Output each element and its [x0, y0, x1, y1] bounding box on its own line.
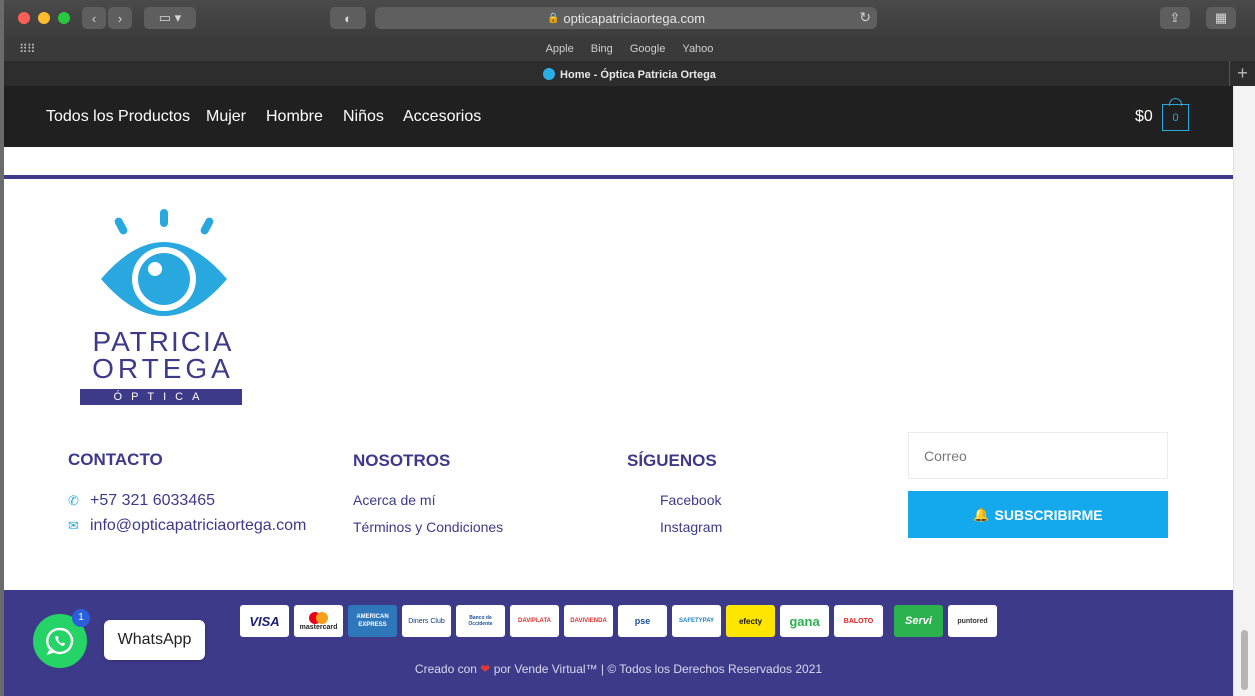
grid-icon: ▦ [1214, 10, 1228, 25]
close-window-button[interactable] [18, 12, 30, 24]
share-button[interactable]: ⇪ [1160, 7, 1190, 29]
link-terminos-condiciones[interactable]: Términos y Condiciones [353, 519, 503, 535]
tab-overview-button[interactable]: ▦ [1206, 7, 1236, 29]
newsletter-email-input[interactable] [908, 432, 1168, 479]
favorite-apple[interactable]: Apple [546, 43, 574, 55]
phone-number: +57 321 6033465 [90, 492, 216, 509]
chevron-right-icon: › [117, 10, 123, 26]
payment-amex: AMERICAN EXPRESS [348, 605, 397, 637]
mastercard-label: mastercard [299, 623, 338, 631]
new-tab-button[interactable]: + [1229, 61, 1255, 86]
cart-total[interactable]: $0 [1135, 108, 1153, 126]
phone-contact[interactable]: ✆ +57 321 6033465 [68, 492, 215, 510]
favorites-links: Apple Bing Google Yahoo [4, 43, 1255, 55]
payment-diners: Diners Club [402, 605, 451, 637]
mastercard-logo-icon [309, 611, 328, 624]
reload-icon[interactable]: ↻ [859, 9, 871, 26]
site-navigation: Todos los Productos Mujer Hombre Niños A… [4, 86, 1233, 147]
share-icon: ⇪ [1169, 10, 1181, 25]
payment-baloto: BALOTO [834, 605, 883, 637]
whatsapp-label[interactable]: WhatsApp [104, 620, 205, 660]
sidebar-icon: ▭ ▾ [158, 10, 182, 25]
plus-icon: + [1237, 63, 1248, 83]
nav-todos-los-productos[interactable]: Todos los Productos [46, 108, 190, 126]
privacy-report-button[interactable]: ◐ [330, 7, 366, 29]
payment-visa: VISA [240, 605, 289, 637]
chevron-left-icon: ‹ [91, 10, 97, 26]
payment-mastercard: mastercard [294, 605, 343, 637]
email-contact[interactable]: ✉ info@opticapatriciaortega.com [68, 517, 306, 535]
payment-daviplata: DAVIPLATA [510, 605, 559, 637]
section-divider [4, 175, 1233, 179]
heart-icon: ❤ [480, 662, 491, 676]
payment-servi: Servi [894, 605, 943, 637]
contacto-title: CONTACTO [68, 450, 163, 469]
address-bar[interactable]: 🔒 opticapatriciaortega.com ↻ [375, 7, 877, 29]
minimize-window-button[interactable] [38, 12, 50, 24]
bell-icon: 🔔 [973, 506, 990, 522]
cart-bag-icon[interactable]: 0 [1162, 104, 1189, 131]
payment-davivienda: DAVIVIENDA [564, 605, 613, 637]
link-facebook[interactable]: Facebook [660, 492, 721, 508]
subscribe-button[interactable]: 🔔 SUBSCRIBIRME [908, 491, 1168, 538]
email-address: info@opticapatriciaortega.com [90, 517, 307, 534]
scrollbar-thumb[interactable] [1241, 630, 1248, 690]
nav-accesorios[interactable]: Accesorios [403, 108, 481, 126]
scrollbar-track[interactable] [1233, 86, 1255, 696]
phone-icon: ✆ [68, 493, 79, 508]
back-button[interactable]: ‹ [82, 7, 106, 29]
shield-icon: ◐ [344, 10, 352, 26]
mail-icon: ✉ [68, 518, 79, 533]
logo-name-line2: ORTEGA [92, 353, 234, 384]
browser-toolbar: ‹ › ▭ ▾ ◐ 🔒 opticapatriciaortega.com ↻ ⇪… [4, 0, 1255, 38]
browser-window: ‹ › ▭ ▾ ◐ 🔒 opticapatriciaortega.com ↻ ⇪… [4, 0, 1255, 696]
tab-bar: Home - Óptica Patricia Ortega + [4, 61, 1255, 86]
site-favicon-icon [543, 68, 556, 80]
nav-hombre[interactable]: Hombre [266, 108, 323, 126]
url-text: opticapatriciaortega.com [563, 10, 706, 26]
nav-mujer[interactable]: Mujer [206, 108, 246, 126]
link-instagram[interactable]: Instagram [660, 519, 722, 535]
favorite-bing[interactable]: Bing [591, 43, 613, 55]
nav-ninos[interactable]: Niños [343, 108, 384, 126]
whatsapp-icon [46, 627, 74, 656]
payment-efecty: efecty [726, 605, 775, 637]
whatsapp-badge: 1 [72, 609, 90, 627]
forward-button[interactable]: › [108, 7, 132, 29]
payment-puntored: puntored [948, 605, 997, 637]
payment-gana: gana [780, 605, 829, 637]
siguenos-title: SÍGUENOS [627, 451, 717, 470]
favorite-yahoo[interactable]: Yahoo [682, 43, 713, 55]
credit-after: por Vende Virtual™ | © Todos los Derecho… [493, 662, 823, 676]
sidebar-toggle-button[interactable]: ▭ ▾ [144, 7, 196, 29]
payment-pse: pse [618, 605, 667, 637]
lock-icon: 🔒 [546, 12, 560, 24]
favorites-bar: ⠿⠿ Apple Bing Google Yahoo [4, 38, 1255, 61]
zoom-window-button[interactable] [58, 12, 70, 24]
favorite-google[interactable]: Google [630, 43, 665, 55]
logo-optica-bar: ÓPTICA [80, 389, 242, 405]
active-tab[interactable]: Home - Óptica Patricia Ortega [4, 68, 1255, 81]
footer-credit: Creado con ❤ por Vende Virtual™ | © Todo… [4, 662, 1233, 676]
link-acerca-de-mi[interactable]: Acerca de mí [353, 492, 435, 508]
subscribe-label: SUBSCRIBIRME [994, 506, 1103, 523]
nosotros-title: NOSOTROS [353, 451, 451, 470]
cart-count: 0 [1172, 111, 1179, 124]
payment-safetypay: SAFETYPAY [672, 605, 721, 637]
credit-before: Creado con [414, 662, 477, 676]
payment-banco-occidente: Banco de Occidente [456, 605, 505, 637]
tab-title: Home - Óptica Patricia Ortega [560, 69, 716, 81]
